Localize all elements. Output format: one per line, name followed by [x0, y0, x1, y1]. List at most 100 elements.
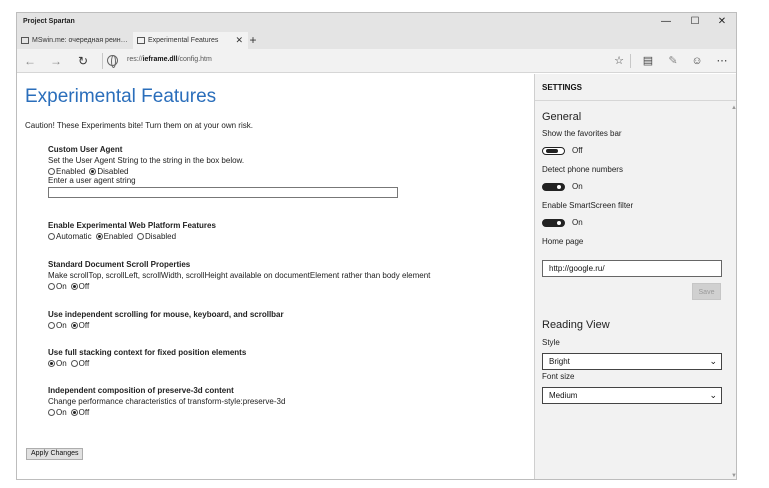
address-bar[interactable]: res://ieframe.dll/config.htm [127, 56, 212, 63]
radio-icon [48, 283, 55, 290]
section-description: Set the User Agent String to the string … [48, 156, 245, 165]
apply-changes-button[interactable]: Apply Changes [26, 448, 84, 460]
globe-icon [107, 55, 118, 68]
section-heading: Custom User Agent [48, 145, 123, 154]
radio-off[interactable]: Off [70, 408, 89, 417]
style-value: Bright [549, 357, 570, 366]
close-window-button[interactable]: ✕ [714, 15, 730, 29]
tab-label: Experimental Features [148, 37, 219, 44]
toggle-state: Off [572, 146, 583, 155]
tab-experimental-features[interactable]: Experimental Features ✕ [133, 32, 248, 49]
section-heading: Use full stacking context for fixed posi… [48, 348, 247, 357]
divider [535, 100, 736, 101]
section-heading: Enable Experimental Web Platform Feature… [48, 221, 216, 230]
scroll-up-icon[interactable]: ▲ [731, 105, 736, 111]
home-page-input[interactable]: http://google.ru/ [542, 260, 722, 277]
radio-icon [70, 322, 78, 329]
app-title: Project Spartan [23, 18, 75, 25]
title-bar: Project Spartan — ☐ ✕ [17, 13, 736, 31]
web-note-icon[interactable]: ✎ [664, 52, 682, 70]
radio-icon [136, 233, 144, 240]
chevron-down-icon: ⌄ [709, 390, 717, 400]
radio-on[interactable]: On [48, 321, 67, 330]
maximize-button[interactable]: ☐ [687, 15, 703, 29]
page-content: Experimental Features Caution! These Exp… [17, 74, 534, 479]
section-scroll-properties: Standard Document Scroll Properties Make… [48, 260, 430, 291]
section-heading: Independent composition of preserve-3d c… [48, 386, 234, 395]
toggle-state: On [572, 182, 583, 191]
section-heading: Standard Document Scroll Properties [48, 260, 191, 269]
input-label: Enter a user agent string [48, 176, 136, 185]
smiley-icon[interactable]: ☺ [688, 52, 706, 70]
radio-icon [48, 168, 55, 175]
radio-icon [70, 283, 78, 290]
section-stacking-context: Use full stacking context for fixed posi… [48, 348, 246, 368]
settings-scrollbar[interactable]: ▲ ▼ [731, 101, 736, 479]
radio-enabled[interactable]: Enabled [95, 232, 133, 241]
section-heading: Use independent scrolling for mouse, key… [48, 310, 284, 319]
user-agent-input[interactable] [48, 187, 398, 198]
radio-icon [48, 233, 55, 240]
toggle-state: On [572, 218, 583, 227]
general-heading: General [542, 111, 582, 123]
refresh-button[interactable]: ↻ [74, 52, 92, 70]
address-divider [102, 53, 103, 69]
font-size-value: Medium [549, 391, 578, 400]
section-custom-user-agent: Custom User Agent Set the User Agent Str… [48, 145, 398, 198]
section-description: Make scrollTop, scrollLeft, scrollWidth,… [48, 271, 431, 280]
more-icon[interactable]: ⋯ [713, 52, 731, 70]
caution-text: Caution! These Experiments bite! Turn th… [25, 121, 253, 130]
font-size-select[interactable]: Medium ⌄ [542, 387, 722, 404]
radio-automatic[interactable]: Automatic [48, 232, 92, 241]
favorites-bar-toggle[interactable]: Off [542, 146, 583, 155]
save-button[interactable]: Save [692, 283, 721, 300]
close-tab-icon[interactable]: ✕ [235, 32, 243, 49]
radio-icon [70, 409, 78, 416]
navigation-bar: ← → ↻ res://ieframe.dll/config.htm ☆ ▤ ✎… [17, 49, 736, 73]
radio-on[interactable]: On [48, 359, 67, 368]
radio-disabled[interactable]: Disabled [89, 167, 129, 176]
scroll-down-icon[interactable]: ▼ [731, 473, 736, 479]
radio-off[interactable]: Off [70, 321, 89, 330]
radio-off[interactable]: Off [70, 359, 89, 368]
star-icon[interactable]: ☆ [610, 52, 628, 70]
tab-bar: MSwin.me: очередная реин… Experimental F… [17, 31, 736, 49]
section-description: Change performance characteristics of tr… [48, 397, 286, 406]
radio-icon [48, 409, 55, 416]
reading-list-icon[interactable]: ▤ [639, 52, 657, 70]
toolbar-divider [630, 54, 631, 68]
radio-icon [70, 360, 78, 367]
page-icon [137, 37, 145, 44]
style-label: Style [542, 338, 560, 347]
radio-disabled[interactable]: Disabled [136, 232, 176, 241]
favorites-bar-label: Show the favorites bar [542, 129, 622, 138]
browser-window: Project Spartan — ☐ ✕ MSwin.me: очередна… [16, 12, 737, 480]
radio-on[interactable]: On [48, 408, 67, 417]
smartscreen-toggle[interactable]: On [542, 218, 583, 227]
chevron-down-icon: ⌄ [709, 356, 717, 366]
smartscreen-label: Enable SmartScreen filter [542, 201, 634, 210]
page-icon [21, 37, 29, 44]
radio-off[interactable]: Off [70, 282, 89, 291]
toggle-switch [542, 218, 565, 227]
radio-on[interactable]: On [48, 282, 67, 291]
forward-button[interactable]: → [47, 52, 65, 70]
section-independent-scrolling: Use independent scrolling for mouse, key… [48, 310, 284, 330]
section-preserve-3d: Independent composition of preserve-3d c… [48, 386, 285, 417]
section-experimental-web-platform: Enable Experimental Web Platform Feature… [48, 221, 216, 241]
font-size-label: Font size [542, 372, 575, 381]
minimize-button[interactable]: — [658, 15, 674, 29]
new-tab-button[interactable]: + [246, 31, 260, 49]
phone-numbers-label: Detect phone numbers [542, 165, 623, 174]
tab-mswin[interactable]: MSwin.me: очередная реин… [17, 32, 132, 49]
radio-icon [95, 233, 103, 240]
radio-icon [48, 360, 55, 367]
radio-enabled[interactable]: Enabled [48, 167, 85, 176]
toggle-switch [542, 182, 565, 191]
radio-icon [89, 168, 97, 175]
back-button[interactable]: ← [21, 52, 39, 70]
style-select[interactable]: Bright ⌄ [542, 353, 722, 370]
tab-label: MSwin.me: очередная реин… [32, 37, 128, 44]
phone-numbers-toggle[interactable]: On [542, 182, 583, 191]
settings-pane: SETTINGS General Show the favorites bar … [534, 74, 736, 479]
